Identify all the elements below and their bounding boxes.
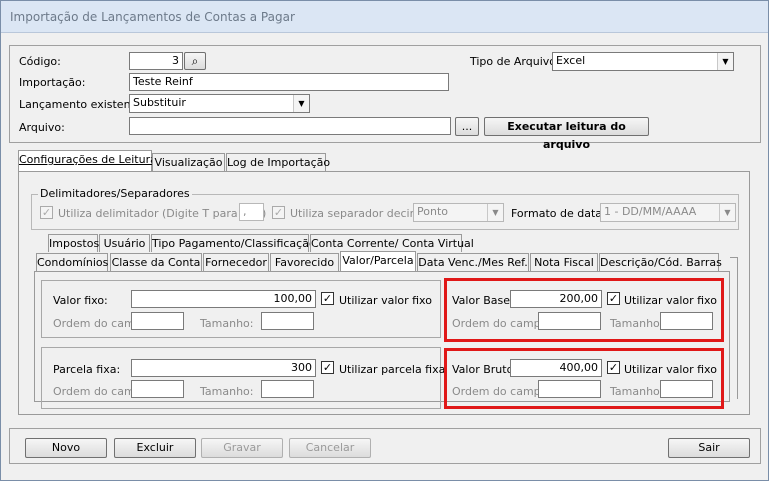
- title-bar: Importação de Lançamentos de Contas a Pa…: [1, 1, 768, 33]
- subtab-fornecedor[interactable]: Fornecedor: [203, 253, 269, 271]
- tab-visualizacao[interactable]: Visualização: [152, 153, 225, 171]
- codigo-label: Código:: [19, 55, 61, 68]
- subtab-valor-parcela[interactable]: Valor/Parcela: [340, 251, 416, 272]
- usa-separador-checkbox[interactable]: ✓: [272, 206, 285, 219]
- codigo-field[interactable]: 3: [129, 52, 183, 70]
- importacao-label: Importação:: [19, 76, 86, 89]
- chevron-down-icon: ▼: [293, 95, 309, 112]
- valor-bruto-fixo-checkbox[interactable]: ✓: [607, 361, 620, 374]
- usa-delimitador-checkbox[interactable]: ✓: [40, 206, 53, 219]
- parcela-fixa-tamanho-field[interactable]: [261, 380, 314, 398]
- tipo-arquivo-select[interactable]: Excel ▼: [552, 52, 734, 71]
- chevron-down-icon: ▼: [717, 53, 733, 70]
- app-window: Importação de Lançamentos de Contas a Pa…: [0, 0, 769, 481]
- gravar-button[interactable]: Gravar: [201, 438, 283, 458]
- tab-configuracoes[interactable]: Configurações de Leitura: [18, 150, 157, 171]
- valor-fixo-tamanho-label: Tamanho:: [200, 317, 254, 330]
- parcela-fixa-group: [41, 347, 441, 409]
- tab-stack-edge: [730, 257, 738, 399]
- parcela-fixa-ordem-field[interactable]: [131, 380, 184, 398]
- valor-bruto-highlight: [444, 348, 724, 409]
- novo-button[interactable]: Novo: [25, 438, 107, 458]
- executar-button[interactable]: Executar leitura do arquivo: [484, 117, 649, 151]
- cancelar-button[interactable]: Cancelar: [289, 438, 371, 458]
- parcela-fixa-ordem-label: Ordem do campo:: [53, 385, 131, 398]
- valor-base-label: Valor Base:: [452, 294, 514, 307]
- valor-base-highlight: [444, 278, 724, 342]
- subtab-conta-corrente[interactable]: Conta Corrente/ Conta Virtual: [310, 234, 474, 252]
- parcela-fixa-label: Parcela fixa:: [53, 363, 121, 376]
- tab-log[interactable]: Log de Importação: [226, 153, 330, 171]
- subtab-tipo-pagamento[interactable]: Tipo Pagamento/Classificação: [151, 234, 316, 252]
- tipo-arquivo-value: Excel: [556, 54, 586, 67]
- sair-button[interactable]: Sair: [668, 438, 750, 458]
- subtab-condominios[interactable]: Condomínios: [36, 253, 108, 271]
- valor-bruto-field[interactable]: 400,00: [510, 359, 602, 377]
- valor-base-fixo-checkbox[interactable]: ✓: [607, 292, 620, 305]
- valor-fixo-field[interactable]: 100,00: [131, 290, 316, 308]
- formato-data-label: Formato de data:: [511, 207, 606, 220]
- binoculars-search-icon[interactable]: ⌕: [184, 52, 206, 70]
- browse-button[interactable]: ...: [455, 117, 479, 136]
- formato-data-select[interactable]: 1 - DD/MM/AAAA ▼: [600, 203, 736, 222]
- valor-base-tamanho-label: Tamanho:: [610, 317, 664, 330]
- valor-bruto-tamanho-field[interactable]: [660, 380, 713, 398]
- lancamento-label: Lançamento existente:: [19, 98, 146, 111]
- tipo-arquivo-label: Tipo de Arquivo:: [470, 55, 560, 68]
- arquivo-field[interactable]: [129, 117, 451, 135]
- valor-bruto-fixo-label: Utilizar valor fixo: [624, 363, 717, 376]
- lancamento-select[interactable]: Substituir ▼: [129, 94, 310, 113]
- chevron-down-icon: ▼: [487, 204, 503, 221]
- utilizar-parcela-fixa-checkbox[interactable]: ✓: [321, 361, 334, 374]
- window-title: Importação de Lançamentos de Contas a Pa…: [10, 10, 295, 24]
- valor-base-ordem-field[interactable]: [538, 312, 601, 330]
- excluir-button[interactable]: Excluir: [114, 438, 196, 458]
- lancamento-value: Substituir: [133, 96, 186, 109]
- valor-base-fixo-label: Utilizar valor fixo: [624, 294, 717, 307]
- valor-bruto-ordem-label: Ordem do campo:: [452, 385, 552, 398]
- valor-fixo-ordem-field[interactable]: [131, 312, 184, 330]
- parcela-fixa-tamanho-label: Tamanho:: [200, 385, 254, 398]
- utilizar-parcela-fixa-label: Utilizar parcela fixa: [339, 363, 446, 376]
- valor-base-tamanho-field[interactable]: [660, 312, 713, 330]
- subtab-nota-fiscal[interactable]: Nota Fiscal: [530, 253, 598, 271]
- subtab-favorecido[interactable]: Favorecido: [270, 253, 339, 271]
- separador-select[interactable]: Ponto ▼: [413, 203, 504, 222]
- delimitadores-group-label: Delimitadores/Separadores: [38, 187, 192, 200]
- subtab-classe-conta[interactable]: Classe da Conta: [110, 253, 202, 271]
- utilizar-valor-fixo-label: Utilizar valor fixo: [339, 294, 432, 307]
- delimitador-field[interactable]: ,: [239, 203, 264, 221]
- subtab-usuario[interactable]: Usuário: [99, 234, 150, 252]
- valor-bruto-label: Valor Bruto:: [452, 363, 518, 376]
- subtab-impostos[interactable]: Impostos: [48, 234, 99, 252]
- valor-fixo-ordem-label: Ordem do campo:: [53, 317, 131, 330]
- usa-delimitador-label: Utiliza delimitador (Digite T para TAB): [58, 207, 267, 220]
- subtab-data-venc[interactable]: Data Venc./Mes Ref.: [417, 253, 529, 271]
- valor-fixo-label: Valor fixo:: [53, 294, 108, 307]
- subtab-descricao[interactable]: Descrição/Cód. Barras: [599, 253, 722, 271]
- utilizar-valor-fixo-checkbox[interactable]: ✓: [321, 292, 334, 305]
- importacao-field[interactable]: Teste Reinf: [129, 73, 449, 91]
- valor-bruto-ordem-field[interactable]: [538, 380, 601, 398]
- valor-fixo-tamanho-field[interactable]: [261, 312, 314, 330]
- valor-base-ordem-label: Ordem do campo:: [452, 317, 552, 330]
- valor-bruto-tamanho-label: Tamanho:: [610, 385, 664, 398]
- valor-base-field[interactable]: 200,00: [510, 290, 602, 308]
- usa-separador-label: Utiliza separador decimal: [290, 207, 431, 220]
- parcela-fixa-field[interactable]: 300: [131, 359, 316, 377]
- chevron-down-icon: ▼: [719, 204, 735, 221]
- arquivo-label: Arquivo:: [19, 121, 65, 134]
